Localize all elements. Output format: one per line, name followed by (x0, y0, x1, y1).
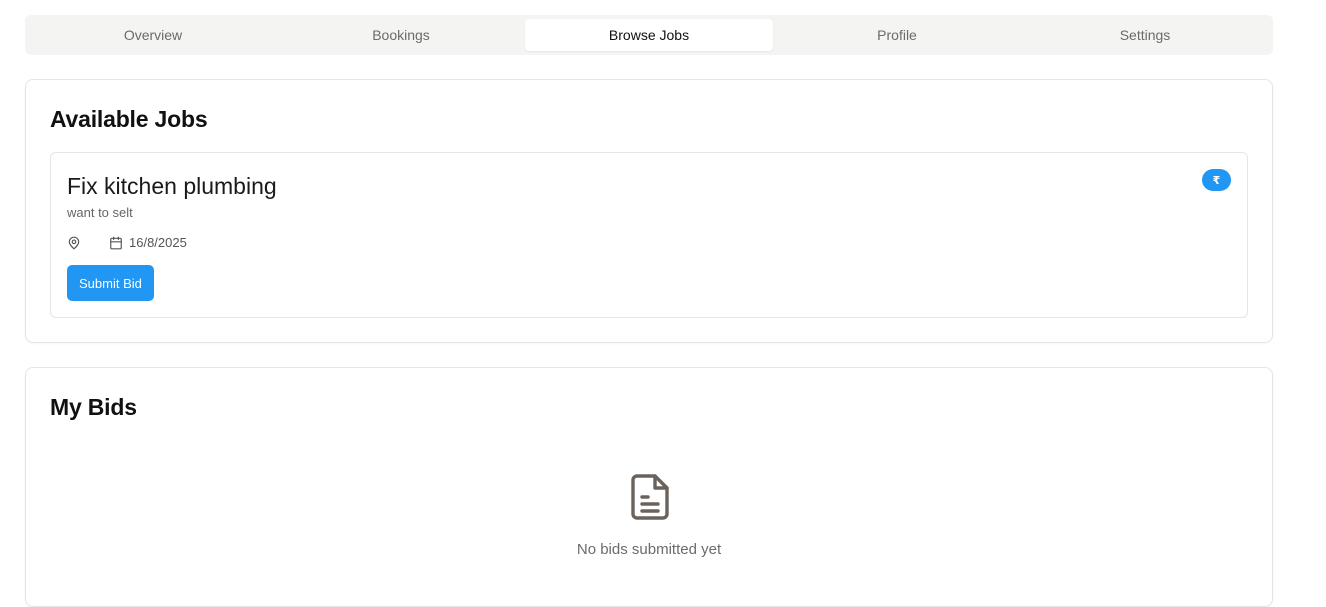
map-pin-icon (67, 236, 81, 250)
job-description: want to selt (67, 205, 133, 220)
my-bids-card: My Bids No bids submitted yet (25, 367, 1273, 607)
main-tabs: Overview Bookings Browse Jobs Profile Se… (25, 15, 1273, 55)
tab-profile[interactable]: Profile (773, 19, 1021, 51)
price-badge: ₹ (1202, 169, 1231, 191)
empty-bids-message: No bids submitted yet (576, 541, 722, 558)
job-title: Fix kitchen plumbing (67, 173, 277, 199)
document-icon (629, 473, 671, 526)
tab-settings[interactable]: Settings (1021, 19, 1269, 51)
job-date: 16/8/2025 (129, 235, 187, 250)
tab-bookings[interactable]: Bookings (277, 19, 525, 51)
available-jobs-title: Available Jobs (50, 106, 208, 132)
job-card: Fix kitchen plumbing want to selt 16/8/2 (50, 152, 1248, 318)
job-meta: 16/8/2025 (67, 235, 187, 250)
submit-bid-button[interactable]: Submit Bid (67, 265, 154, 301)
calendar-icon (109, 236, 123, 250)
tab-overview[interactable]: Overview (29, 19, 277, 51)
available-jobs-card: Available Jobs Fix kitchen plumbing want… (25, 79, 1273, 343)
my-bids-title: My Bids (50, 394, 137, 420)
tab-browse-jobs[interactable]: Browse Jobs (525, 19, 773, 51)
